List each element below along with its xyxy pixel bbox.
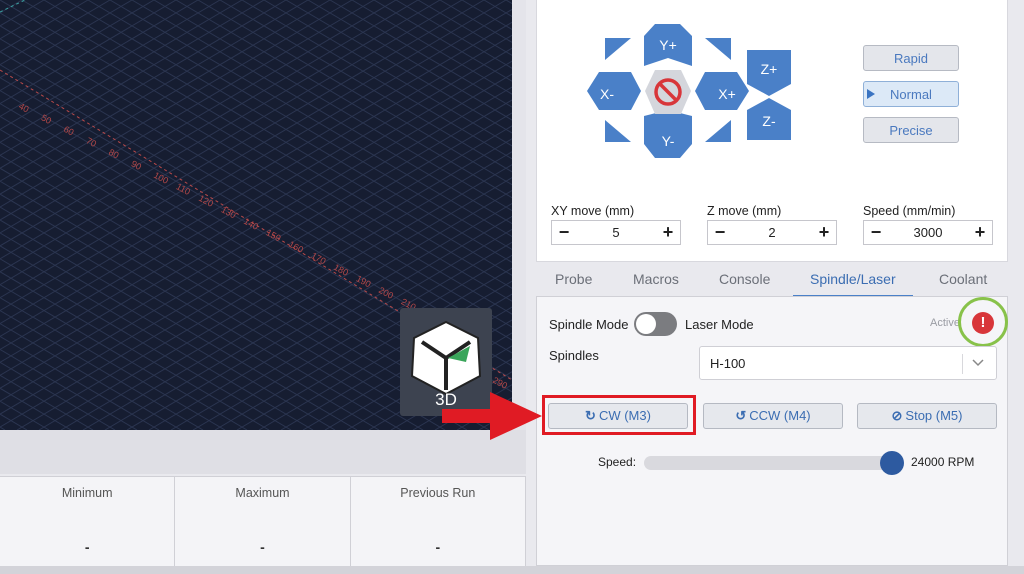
stat-title: Previous Run	[400, 486, 476, 500]
stat-title: Minimum	[61, 486, 113, 500]
active-status-label: Active	[930, 317, 960, 329]
jog-diag-up-right[interactable]	[705, 38, 731, 60]
stop-m5-button[interactable]: ⊘ Stop (M5)	[857, 403, 997, 429]
mode-precise-button[interactable]: Precise	[863, 117, 959, 143]
jog-stop-button[interactable]	[645, 70, 691, 114]
stop-icon: ⊘	[891, 408, 903, 423]
stat-title: Maximum	[235, 486, 290, 500]
spindle-speed-label: Speed:	[598, 455, 637, 469]
spindle-select[interactable]: H-100	[699, 346, 997, 380]
stop-label: Stop (M5)	[905, 408, 963, 423]
axis-tick-label: 50	[40, 112, 54, 126]
3d-viewport[interactable]: 40 50 60 70 80 90 100 110 120 130 140 150 160 170 180 1…	[0, 0, 512, 430]
cw-button-highlight	[542, 395, 696, 435]
spindle-speed-value: 24000 RPM	[911, 455, 975, 469]
stat-maximum: Maximum -	[175, 477, 351, 567]
panel-divider	[512, 0, 526, 430]
jog-diag-down-left[interactable]	[605, 120, 631, 142]
mode-label: Normal	[890, 87, 932, 102]
z-plus-label: Z+	[761, 61, 778, 77]
axis-tick-label: 170	[310, 250, 328, 266]
jog-z-plus-button[interactable]: Z+	[747, 50, 791, 96]
speed-decrement-button[interactable]: −	[864, 221, 888, 244]
toggle-knob	[636, 314, 656, 334]
spindle-select-value: H-100	[710, 356, 746, 371]
selected-arrow-icon	[867, 89, 875, 99]
jog-x-plus-button[interactable]: X+	[695, 72, 749, 110]
axis-tick-label: 180	[332, 262, 350, 278]
speed-increment-button[interactable]: +	[968, 221, 992, 244]
speed-input[interactable]	[888, 221, 968, 244]
xy-decrement-button[interactable]: −	[552, 221, 576, 244]
axis-tick-label: 60	[62, 124, 76, 138]
spindle-laser-toggle[interactable]	[634, 312, 677, 336]
ccw-label: CCW (M4)	[749, 408, 811, 423]
stat-value: -	[260, 539, 265, 555]
chevron-down-icon	[972, 359, 984, 367]
xy-move-input[interactable]	[576, 221, 656, 244]
spindle-speed-slider[interactable]	[644, 456, 890, 470]
ccw-m4-button[interactable]: ↺ CCW (M4)	[703, 403, 843, 429]
z-decrement-button[interactable]: −	[708, 221, 732, 244]
tab-spindle-laser[interactable]: Spindle/Laser	[793, 264, 913, 297]
jog-y-minus-button[interactable]: Y-	[644, 110, 692, 158]
axis-tick-label: 80	[107, 147, 121, 161]
tab-macros[interactable]: Macros	[633, 264, 679, 295]
axis-tick-label: 100	[152, 170, 170, 186]
spindle-mode-label: Spindle Mode	[549, 317, 629, 332]
spindles-label: Spindles	[549, 348, 599, 363]
y-plus-label: Y+	[659, 37, 677, 53]
z-move-input[interactable]	[732, 221, 812, 244]
select-separator	[962, 354, 963, 374]
z-minus-label: Z-	[762, 113, 776, 129]
alert-icon[interactable]: !	[972, 312, 994, 334]
jog-diag-up-left[interactable]	[605, 38, 631, 60]
x-plus-label: X+	[718, 86, 736, 102]
view-cube-icon	[410, 320, 482, 396]
speed-label: Speed (mm/min)	[863, 204, 956, 218]
speed-stepper: − +	[863, 220, 993, 245]
xy-increment-button[interactable]: +	[656, 221, 680, 244]
rotate-ccw-icon: ↺	[735, 408, 747, 423]
stat-previous-run: Previous Run -	[351, 477, 526, 567]
y-minus-label: Y-	[662, 133, 675, 149]
mode-rapid-button[interactable]: Rapid	[863, 45, 959, 71]
mode-normal-button[interactable]: Normal	[863, 81, 959, 107]
axis-tick-label: 160	[287, 239, 305, 255]
mode-label: Rapid	[894, 51, 928, 66]
z-move-stepper: − +	[707, 220, 837, 245]
stat-minimum: Minimum -	[0, 477, 176, 567]
speed-slider-handle[interactable]	[880, 451, 904, 475]
tab-console[interactable]: Console	[719, 264, 770, 295]
x-minus-label: X-	[600, 86, 614, 102]
laser-mode-label: Laser Mode	[685, 317, 754, 332]
stat-value: -	[84, 539, 90, 555]
xy-move-label: XY move (mm)	[551, 204, 635, 218]
z-move-label: Z move (mm)	[707, 204, 782, 218]
jog-panel: Y+ Y- X- X+ Z+ Z- Rapid Normal Precise X…	[536, 0, 1008, 262]
pointer-arrow	[442, 392, 542, 440]
jog-y-plus-button[interactable]: Y+	[644, 24, 692, 66]
tab-coolant[interactable]: Coolant	[939, 264, 987, 295]
bottom-edge	[0, 566, 1024, 574]
tool-tabs: Probe Macros Console Spindle/Laser Coola…	[536, 264, 1008, 297]
mode-label: Precise	[889, 123, 933, 138]
xy-move-stepper: − +	[551, 220, 681, 245]
stat-value: -	[435, 539, 441, 555]
axis-tick-label: 130	[220, 204, 238, 220]
jog-z-minus-button[interactable]: Z-	[747, 98, 791, 140]
jog-diag-down-right[interactable]	[705, 120, 731, 142]
jog-x-minus-button[interactable]: X-	[587, 72, 641, 110]
jog-pad: Y+ Y- X- X+ Z+ Z-	[587, 24, 791, 158]
tab-probe[interactable]: Probe	[555, 264, 592, 295]
z-increment-button[interactable]: +	[812, 221, 836, 244]
run-stats: Minimum - Maximum - Previous Run -	[0, 476, 526, 567]
